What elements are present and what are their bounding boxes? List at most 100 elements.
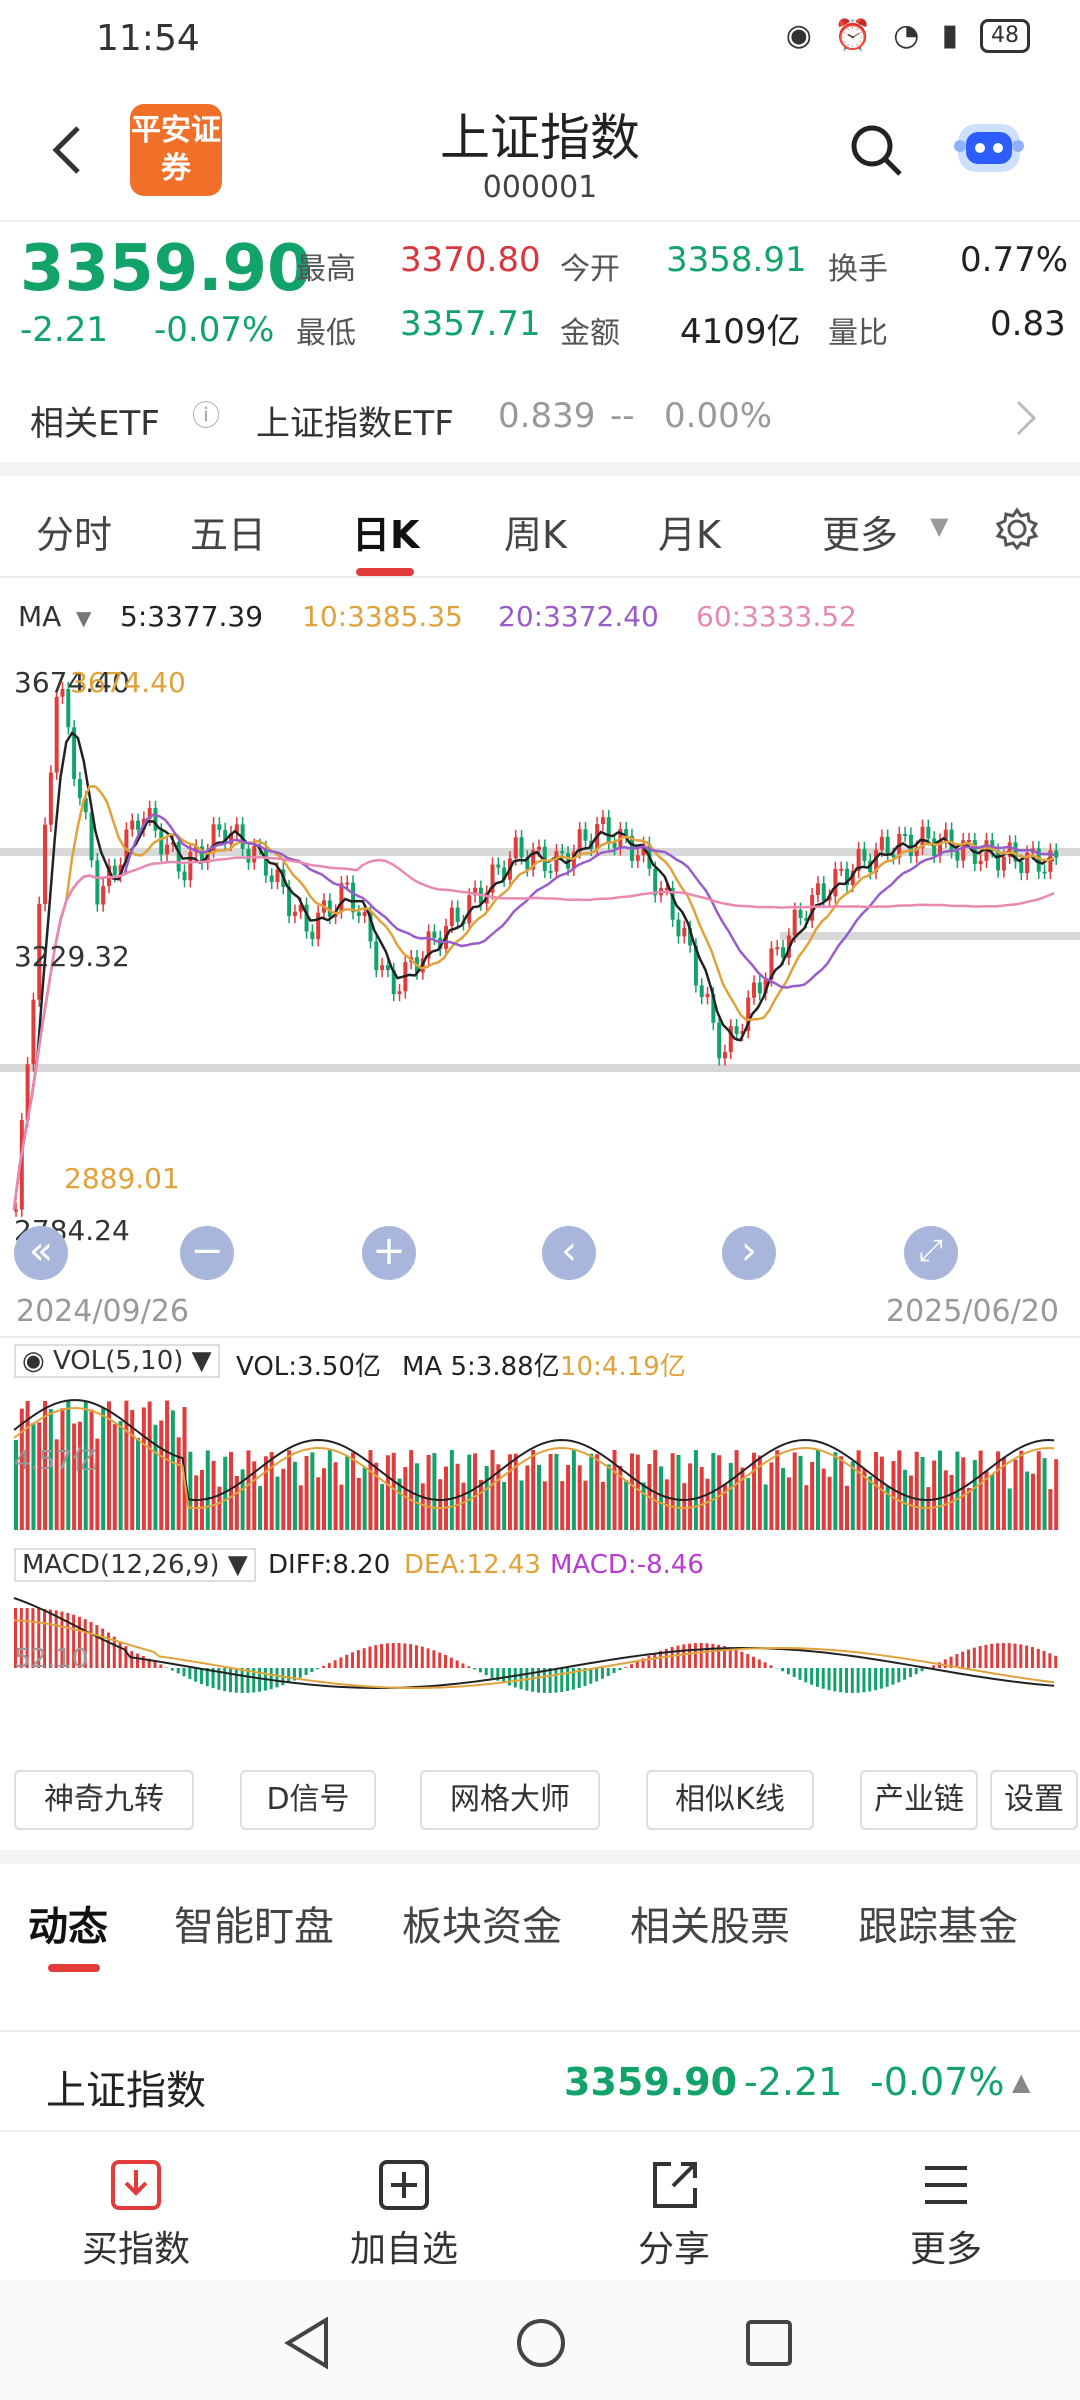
vol-value: VOL:3.50亿 — [236, 1352, 381, 1382]
volume-bar — [176, 1437, 181, 1530]
share-button[interactable]: 分享 — [594, 2158, 754, 2272]
tool-similar-k[interactable]: 相似K线 — [646, 1770, 814, 1830]
volume-bar — [629, 1453, 634, 1530]
related-etf-row[interactable]: 相关ETF ⓘ 上证指数ETF 0.839 -- 0.00% — [0, 368, 1080, 464]
tab-news[interactable]: 动态 — [28, 1894, 108, 1952]
menu-icon — [925, 2166, 967, 2204]
macd-bar — [943, 1659, 947, 1668]
volume-bar — [769, 1462, 774, 1530]
volume-bar — [717, 1455, 722, 1530]
zoom-in-icon[interactable]: + — [362, 1226, 416, 1280]
macd-bar — [978, 1646, 982, 1668]
volume-bar — [560, 1481, 565, 1530]
nav-home-icon[interactable] — [514, 2316, 568, 2370]
vol-indicator-button[interactable]: ◉ VOL(5,10) ▼ — [14, 1344, 220, 1378]
add-watchlist-button[interactable]: 加自选 — [324, 2158, 484, 2272]
more-button[interactable]: 更多 — [866, 2158, 1026, 2272]
zoom-out-icon[interactable]: − — [180, 1226, 234, 1280]
macd-bar — [194, 1668, 198, 1682]
volume-bar — [1025, 1471, 1030, 1530]
volume-bar — [118, 1421, 123, 1530]
candle-body — [101, 886, 106, 905]
macd-bar — [827, 1668, 831, 1691]
tool-industry-chain[interactable]: 产业链 — [860, 1770, 978, 1830]
macd-bar — [473, 1668, 477, 1670]
volume-bar — [978, 1450, 983, 1530]
volume-bar — [571, 1450, 576, 1530]
price-change: -2.21 — [20, 310, 108, 350]
macd-bar — [844, 1668, 848, 1693]
tab-weekly-k[interactable]: 周K — [504, 504, 567, 559]
candle-body — [269, 875, 274, 883]
chevron-right-icon[interactable] — [1014, 398, 1038, 438]
macd-bar — [310, 1668, 314, 1673]
fullscreen-icon[interactable]: ⤢ — [904, 1226, 958, 1280]
volume-bar — [891, 1460, 896, 1530]
ma-legend: MA ▼ 5:3377.39 10:3385.35 20:3372.40 60:… — [0, 600, 1080, 650]
nav-back-icon[interactable] — [282, 2316, 332, 2370]
macd-bar — [548, 1668, 552, 1693]
volume-bar — [659, 1466, 664, 1530]
tab-five-day[interactable]: 五日 — [190, 504, 266, 559]
scroll-left-icon[interactable]: ‹ — [542, 1226, 596, 1280]
tab-intraday[interactable]: 分时 — [36, 504, 112, 559]
candle-body — [734, 1026, 739, 1034]
macd-bar — [1042, 1650, 1046, 1668]
chart-low-label: 2889.01 — [64, 1162, 180, 1195]
scroll-right-icon[interactable]: › — [722, 1226, 776, 1280]
wifi-icon: ◔ — [893, 18, 920, 53]
search-icon[interactable] — [846, 120, 906, 180]
candle-body — [978, 860, 983, 865]
tool-grid-master[interactable]: 网格大师 — [420, 1770, 600, 1830]
macd-bar — [438, 1652, 442, 1668]
macd-chart[interactable] — [0, 1588, 1080, 1738]
expand-up-icon[interactable]: ▲ — [1012, 2068, 1030, 2096]
candle-body — [188, 851, 193, 881]
candle-body — [717, 1022, 722, 1059]
nav-recents-icon[interactable] — [744, 2318, 794, 2368]
tool-d-signal[interactable]: D信号 — [240, 1770, 376, 1830]
volume-bar — [298, 1485, 303, 1530]
kline-chart[interactable] — [0, 650, 1080, 1240]
ma-dropdown-icon[interactable]: ▼ — [76, 606, 91, 630]
tool-settings[interactable]: 设置 — [990, 1770, 1078, 1830]
candle-body — [54, 696, 59, 773]
volume-bar — [507, 1454, 512, 1530]
macd-bar — [165, 1667, 169, 1668]
macd-bar — [757, 1659, 761, 1668]
macd-bar — [374, 1645, 378, 1668]
buy-index-button[interactable]: 买指数 — [56, 2158, 216, 2272]
tab-daily-k[interactable]: 日K — [352, 504, 419, 559]
scroll-left-fast-icon[interactable]: « — [14, 1226, 68, 1280]
macd-bar — [455, 1660, 459, 1668]
macd-bar — [391, 1643, 395, 1668]
macd-bar — [932, 1665, 936, 1668]
tab-related-stocks[interactable]: 相关股票 — [630, 1894, 790, 1952]
macd-bar — [833, 1668, 837, 1692]
tool-magic-nine[interactable]: 神奇九转 — [14, 1770, 194, 1830]
volume-bar — [1048, 1489, 1053, 1530]
settings-gear-icon[interactable] — [994, 506, 1040, 552]
macd-bar — [1036, 1648, 1040, 1668]
dropdown-icon[interactable]: ▼ — [930, 512, 948, 540]
macd-indicator-button[interactable]: MACD(12,26,9) ▼ — [14, 1548, 256, 1582]
candle-body — [316, 912, 321, 940]
tab-tracking-funds[interactable]: 跟踪基金 — [858, 1894, 1018, 1952]
info-icon[interactable]: ⓘ — [192, 394, 220, 434]
volume-bar — [321, 1468, 326, 1530]
candle-body — [722, 1051, 727, 1059]
tab-monthly-k[interactable]: 月K — [658, 504, 721, 559]
volume-bar — [542, 1481, 547, 1530]
assistant-robot-icon[interactable] — [950, 112, 1028, 184]
tab-smart-watch[interactable]: 智能盯盘 — [174, 1894, 334, 1952]
tab-sector-funds[interactable]: 板块资金 — [402, 1894, 562, 1952]
tab-more[interactable]: 更多 — [822, 504, 898, 559]
candle-body — [682, 927, 687, 937]
signal-icon: ▮ — [941, 18, 958, 53]
volume-chart[interactable] — [0, 1380, 1080, 1540]
index-price: 3359.90 — [564, 2060, 738, 2104]
macd-bar — [955, 1654, 959, 1668]
macd-bar — [903, 1668, 907, 1680]
volume-bar — [670, 1453, 675, 1530]
index-summary-row[interactable]: 上证指数 3359.90 -2.21 -0.07% ▲ — [0, 2030, 1080, 2130]
